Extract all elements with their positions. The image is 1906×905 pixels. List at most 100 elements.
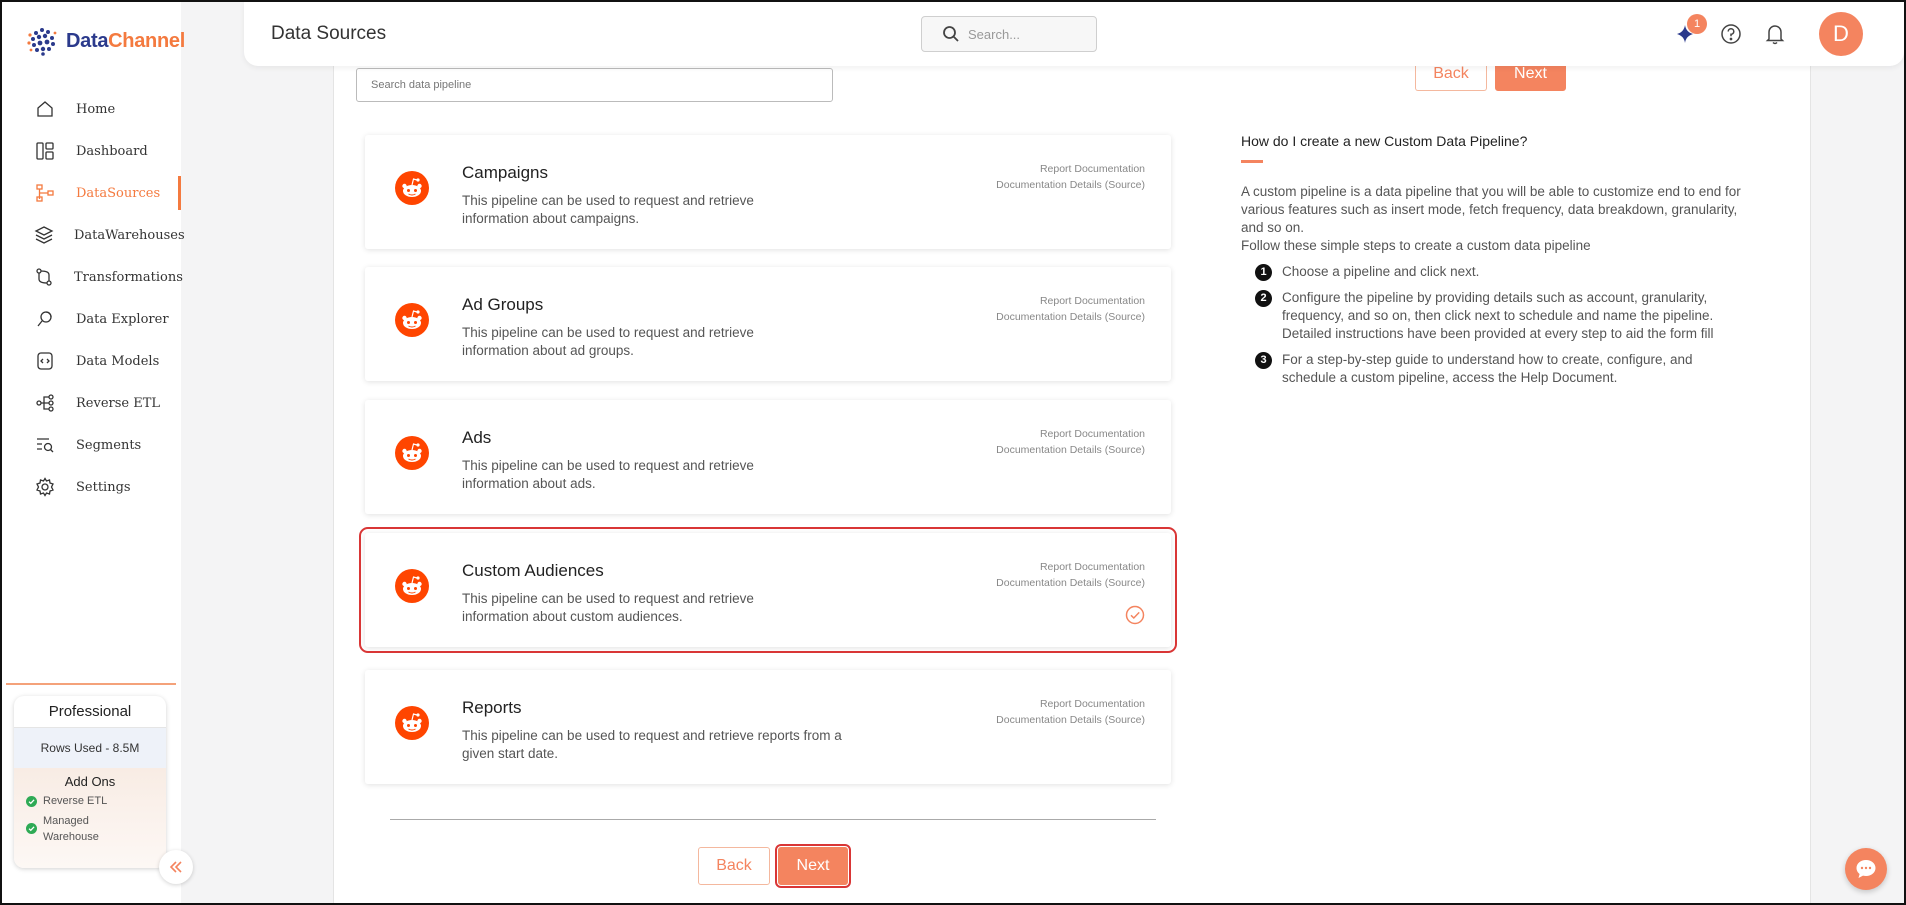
sidebar-item-label: Data Models [76, 353, 160, 369]
chat-support-button[interactable] [1845, 848, 1887, 890]
pipeline-card-campaigns[interactable]: Campaigns This pipeline can be used to r… [365, 135, 1171, 249]
sidebar-item-data-models[interactable]: Data Models [2, 340, 181, 382]
documentation-details-link[interactable]: Documentation Details (Source) [996, 177, 1145, 193]
help-step: 1 Choose a pipeline and click next. [1241, 263, 1741, 281]
global-search-input[interactable] [968, 26, 1088, 42]
explorer-icon [34, 308, 56, 330]
gear-icon [34, 476, 56, 498]
step-text: For a step-by-step guide to understand h… [1282, 352, 1693, 385]
card-description: This pipeline can be used to request and… [462, 458, 754, 491]
reddit-logo-icon [395, 569, 429, 603]
report-documentation-link[interactable]: Report Documentation [996, 559, 1145, 575]
notifications-button[interactable] [1763, 22, 1787, 46]
pipeline-search-input[interactable] [356, 68, 833, 102]
reddit-logo-icon [395, 171, 429, 205]
help-step: 2 Configure the pipeline by providing de… [1241, 289, 1741, 343]
documentation-details-link[interactable]: Documentation Details (Source) [996, 712, 1145, 728]
logo-text: DataChannel [66, 29, 185, 52]
check-circle-icon [26, 823, 37, 834]
card-links: Report Documentation Documentation Detai… [996, 161, 1145, 193]
page-title: Data Sources [271, 23, 387, 44]
addons-section: Add Ons Reverse ETL Managed Warehouse [14, 768, 166, 868]
dashboard-icon [34, 140, 56, 162]
addons-title: Add Ons [64, 774, 116, 789]
documentation-details-link[interactable]: Documentation Details (Source) [996, 575, 1145, 591]
card-title: Ads [462, 428, 492, 447]
card-description: This pipeline can be used to request and… [462, 728, 842, 761]
back-button[interactable]: Back [698, 847, 770, 885]
sidebar-item-label: Settings [76, 479, 131, 495]
help-title: How do I create a new Custom Data Pipeli… [1241, 133, 1528, 149]
help-intro: A custom pipeline is a data pipeline tha… [1241, 184, 1741, 235]
double-chevron-left-icon [169, 861, 182, 873]
pipeline-card-ads[interactable]: Ads This pipeline can be used to request… [365, 400, 1171, 514]
plan-title: Professional [14, 696, 166, 728]
divider [390, 819, 1156, 820]
search-icon [943, 26, 959, 42]
sidebar: DataChannel Home Dashboard DataSources D… [2, 2, 185, 903]
report-documentation-link[interactable]: Report Documentation [996, 426, 1145, 442]
help-follow: Follow these simple steps to create a cu… [1241, 238, 1591, 253]
collapse-sidebar-button[interactable] [159, 850, 193, 884]
sidebar-item-datasources[interactable]: DataSources [2, 172, 181, 214]
documentation-details-link[interactable]: Documentation Details (Source) [996, 309, 1145, 325]
addon-item: Managed Warehouse [14, 813, 166, 845]
sidebar-item-dashboard[interactable]: Dashboard [2, 130, 181, 172]
card-title: Campaigns [462, 163, 548, 182]
help-title-underline [1241, 160, 1263, 163]
selected-check-icon [1125, 605, 1145, 625]
card-title: Custom Audiences [462, 561, 604, 580]
report-documentation-link[interactable]: Report Documentation [996, 161, 1145, 177]
step-text: Choose a pipeline and click next. [1282, 264, 1480, 279]
card-links: Report Documentation Documentation Detai… [996, 426, 1145, 458]
rows-used: Rows Used - 8.5M [14, 728, 166, 768]
transform-icon [34, 266, 54, 288]
pipeline-card-ad-groups[interactable]: Ad Groups This pipeline can be used to r… [365, 267, 1171, 381]
reddit-logo-icon [395, 303, 429, 337]
sidebar-item-settings[interactable]: Settings [2, 466, 181, 508]
home-icon [34, 98, 56, 120]
sidebar-item-data-explorer[interactable]: Data Explorer [2, 298, 181, 340]
addon-item: Reverse ETL [14, 793, 166, 809]
bell-icon [1765, 25, 1785, 45]
help-body: A custom pipeline is a data pipeline tha… [1241, 183, 1741, 255]
layers-icon [34, 224, 54, 246]
next-button[interactable]: Next [775, 844, 851, 888]
card-description: This pipeline can be used to request and… [462, 193, 754, 226]
sidebar-item-label: Segments [76, 437, 142, 453]
report-documentation-link[interactable]: Report Documentation [996, 293, 1145, 309]
sidebar-item-label: Transformations [74, 269, 183, 285]
sidebar-item-reverse-etl[interactable]: Reverse ETL [2, 382, 181, 424]
pipeline-card-reports[interactable]: Reports This pipeline can be used to req… [365, 670, 1171, 784]
chat-bubble-icon [1856, 860, 1876, 878]
help-steps: 1 Choose a pipeline and click next. 2 Co… [1241, 263, 1741, 387]
card-description: This pipeline can be used to request and… [462, 591, 754, 624]
sidebar-item-label: Reverse ETL [76, 395, 161, 411]
notification-badge: 1 [1687, 14, 1707, 34]
sidebar-item-home[interactable]: Home [2, 88, 181, 130]
sidebar-divider [6, 683, 176, 685]
step-number: 3 [1255, 352, 1272, 369]
sidebar-item-label: DataWarehouses [74, 227, 185, 243]
datachannel-logo-icon [27, 28, 57, 56]
help-panel: How do I create a new Custom Data Pipeli… [1241, 133, 1741, 395]
sidebar-item-label: DataSources [76, 185, 161, 201]
sidebar-item-label: Data Explorer [76, 311, 169, 327]
sidebar-item-datawarehouses[interactable]: DataWarehouses [2, 214, 185, 256]
global-search[interactable] [921, 16, 1097, 52]
logo[interactable]: DataChannel [26, 24, 185, 58]
top-header: Data Sources 1 D [244, 2, 1904, 66]
report-documentation-link[interactable]: Report Documentation [996, 696, 1145, 712]
step-text: Configure the pipeline by providing deta… [1282, 290, 1714, 341]
card-title: Ad Groups [462, 295, 544, 314]
data-model-icon [34, 350, 56, 372]
avatar[interactable]: D [1819, 12, 1863, 56]
help-button[interactable] [1719, 22, 1743, 46]
card-links: Report Documentation Documentation Detai… [996, 696, 1145, 728]
card-links: Report Documentation Documentation Detai… [996, 293, 1145, 325]
sidebar-item-segments[interactable]: Segments [2, 424, 181, 466]
sidebar-item-transformations[interactable]: Transformations [2, 256, 183, 298]
segments-icon [34, 434, 56, 456]
pipeline-card-custom-audiences[interactable]: Custom Audiences This pipeline can be us… [359, 527, 1177, 653]
documentation-details-link[interactable]: Documentation Details (Source) [996, 442, 1145, 458]
